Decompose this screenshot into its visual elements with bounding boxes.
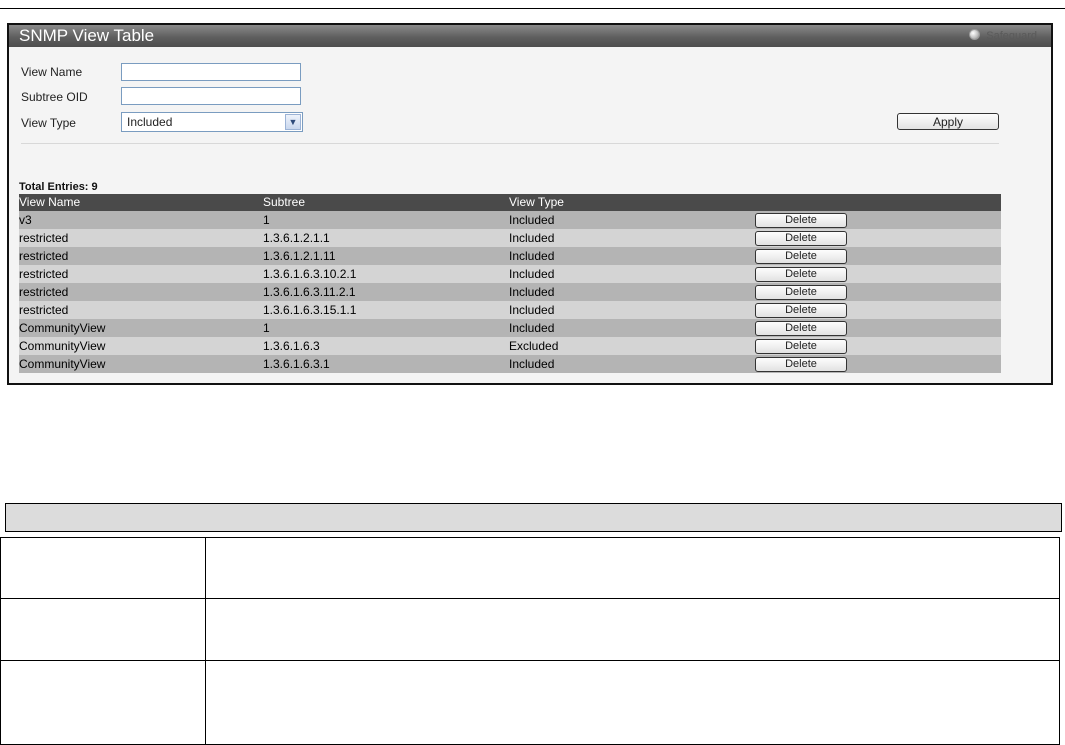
cell-view-type: Included	[509, 231, 555, 245]
delete-button[interactable]: Delete	[755, 321, 847, 336]
description-term-cell	[0, 537, 206, 599]
cell-view-type: Included	[509, 303, 555, 317]
description-table	[0, 537, 1060, 745]
total-entries: Total Entries: 9	[19, 181, 98, 193]
subtree-oid-input[interactable]	[121, 87, 301, 105]
cell-view-type: Included	[509, 267, 555, 281]
cell-subtree: 1.3.6.1.6.3.11.2.1	[263, 285, 356, 299]
panel-titlebar: SNMP View Table Safeguard	[9, 25, 1051, 47]
delete-button[interactable]: Delete	[755, 267, 847, 282]
cell-view-name: CommunityView	[19, 321, 106, 335]
table-row: restricted 1.3.6.1.2.1.1 Included Delete	[19, 229, 1001, 247]
safeguard-icon	[969, 29, 981, 40]
cell-subtree: 1.3.6.1.6.3.1	[263, 357, 330, 371]
delete-button[interactable]: Delete	[755, 285, 847, 300]
cell-view-type: Included	[509, 285, 555, 299]
apply-button[interactable]: Apply	[897, 113, 999, 130]
cell-subtree: 1.3.6.1.2.1.11	[263, 249, 336, 263]
chevron-down-icon[interactable]: ▼	[285, 114, 301, 130]
cell-subtree: 1.3.6.1.6.3	[263, 339, 320, 353]
cell-view-type: Included	[509, 357, 555, 371]
cell-view-name: CommunityView	[19, 339, 106, 353]
table-row: CommunityView 1.3.6.1.6.3 Excluded Delet…	[19, 337, 1001, 355]
cell-subtree: 1.3.6.1.6.3.15.1.1	[263, 303, 357, 317]
delete-button[interactable]: Delete	[755, 249, 847, 264]
cell-view-name: restricted	[19, 285, 69, 299]
table-row: v3 1 Included Delete	[19, 211, 1001, 229]
table-row: CommunityView 1 Included Delete	[19, 319, 1001, 337]
cell-subtree: 1.3.6.1.6.3.10.2.1	[263, 267, 357, 281]
description-text-cell	[205, 660, 1060, 745]
view-type-selected: Included	[127, 115, 173, 129]
cell-subtree: 1.3.6.1.2.1.1	[263, 231, 330, 245]
cell-view-type: Included	[509, 321, 555, 335]
cell-subtree: 1	[263, 321, 270, 335]
cell-view-type: Included	[509, 213, 555, 227]
cell-view-name: restricted	[19, 303, 69, 317]
view-table: View Name Subtree View Type v3 1 Include…	[19, 194, 1001, 373]
table-row: restricted 1.3.6.1.6.3.11.2.1 Included D…	[19, 283, 1001, 301]
header-view-name: View Name	[19, 195, 81, 209]
description-row	[0, 660, 1060, 745]
top-rule	[0, 8, 1065, 9]
delete-button[interactable]: Delete	[755, 339, 847, 354]
cell-view-name: restricted	[19, 267, 69, 281]
cell-view-type: Excluded	[509, 339, 559, 353]
subtree-oid-label: Subtree OID	[21, 90, 88, 104]
header-subtree: Subtree	[263, 195, 306, 209]
description-term-cell	[0, 598, 206, 661]
cell-view-name: v3	[19, 213, 32, 227]
table-row: restricted 1.3.6.1.6.3.15.1.1 Included D…	[19, 301, 1001, 319]
cell-subtree: 1	[263, 213, 270, 227]
description-text-cell	[205, 537, 1060, 599]
table-row: CommunityView 1.3.6.1.6.3.1 Included Del…	[19, 355, 1001, 373]
safeguard-indicator[interactable]: Safeguard	[969, 29, 1037, 42]
header-view-type: View Type	[509, 195, 564, 209]
view-name-input[interactable]	[121, 63, 301, 81]
description-term-cell	[0, 660, 206, 745]
description-header	[5, 503, 1062, 532]
cell-view-type: Included	[509, 249, 555, 263]
table-row: restricted 1.3.6.1.6.3.10.2.1 Included D…	[19, 265, 1001, 283]
delete-button[interactable]: Delete	[755, 357, 847, 372]
snmp-view-panel: SNMP View Table Safeguard View Name Subt…	[7, 23, 1053, 385]
safeguard-label: Safeguard	[986, 30, 1037, 42]
table-row: restricted 1.3.6.1.2.1.11 Included Delet…	[19, 247, 1001, 265]
cell-view-name: restricted	[19, 231, 69, 245]
view-type-select[interactable]: Included ▼	[121, 112, 303, 132]
delete-button[interactable]: Delete	[755, 231, 847, 246]
view-type-label: View Type	[21, 116, 76, 130]
delete-button[interactable]: Delete	[755, 213, 847, 228]
table-header: View Name Subtree View Type	[19, 194, 1001, 211]
description-text-cell	[205, 598, 1060, 661]
panel-title: SNMP View Table	[19, 26, 155, 45]
delete-button[interactable]: Delete	[755, 303, 847, 318]
cell-view-name: CommunityView	[19, 357, 106, 371]
description-row	[0, 537, 1060, 599]
description-row	[0, 598, 1060, 661]
view-name-label: View Name	[21, 65, 83, 79]
divider	[21, 143, 999, 144]
cell-view-name: restricted	[19, 249, 69, 263]
